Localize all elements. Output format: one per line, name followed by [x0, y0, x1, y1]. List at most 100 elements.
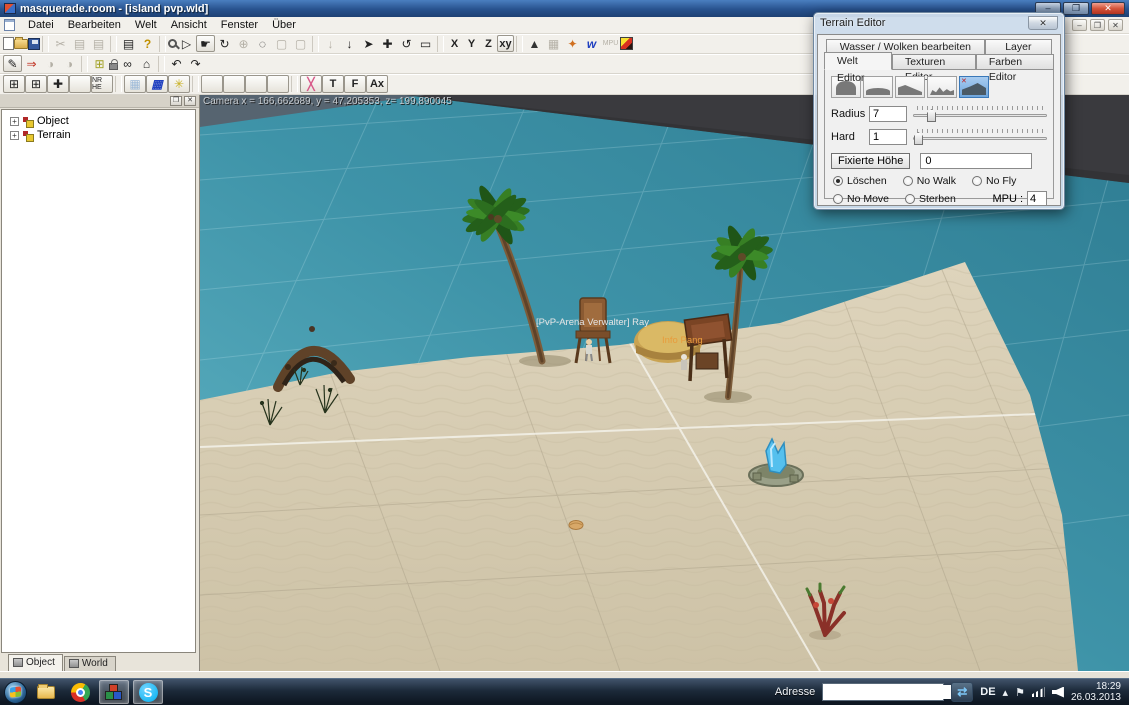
zoom-extents-icon[interactable]: ⊕: [234, 35, 253, 52]
grid-blue-button[interactable]: ▦: [146, 75, 168, 93]
mdi-close-button[interactable]: ✕: [1108, 19, 1123, 31]
terrain-green-button[interactable]: [201, 75, 223, 93]
import-route-icon[interactable]: ⇒: [22, 55, 41, 72]
tab-object[interactable]: Object: [8, 654, 63, 671]
delete-texture-button[interactable]: ╳: [300, 75, 322, 93]
palette-icon[interactable]: ✦: [563, 35, 582, 52]
radio-no-move[interactable]: No Move: [833, 193, 889, 205]
grid-light-button[interactable]: ▦: [124, 75, 146, 93]
menu-ueber[interactable]: Über: [265, 18, 303, 32]
step-back-icon[interactable]: ◑: [41, 55, 60, 72]
radius-slider-thumb[interactable]: [927, 109, 936, 122]
radius-input[interactable]: [869, 106, 907, 122]
terrain-light-button[interactable]: [267, 75, 289, 93]
step-forward-icon[interactable]: ◑: [60, 55, 79, 72]
save-icon[interactable]: [28, 38, 40, 50]
mpu-toggle[interactable]: MPU: [601, 35, 620, 52]
home-icon[interactable]: ⌂: [137, 55, 156, 72]
tree-node-terrain[interactable]: + Terrain: [4, 128, 193, 142]
axis-z-button[interactable]: Z: [480, 35, 497, 52]
window-cascade-icon[interactable]: ▢: [272, 35, 291, 52]
redo-icon[interactable]: ↷: [186, 55, 205, 72]
language-indicator[interactable]: DE: [980, 686, 995, 698]
undo-icon[interactable]: ↶: [167, 55, 186, 72]
terrain-colors-button[interactable]: [223, 75, 245, 93]
radio-sterben[interactable]: Sterben: [905, 193, 956, 205]
panel-close-button[interactable]: ✕: [184, 96, 196, 106]
pick-object-icon[interactable]: ➤: [359, 35, 378, 52]
print-icon[interactable]: ▤: [119, 35, 138, 52]
mountain-icon[interactable]: ▲: [525, 35, 544, 52]
network-signal-icon[interactable]: [1032, 687, 1045, 697]
taskbar-editor-button[interactable]: [99, 680, 129, 704]
taskbar-skype-button[interactable]: S: [133, 680, 163, 704]
paste-icon[interactable]: ▤: [89, 35, 108, 52]
expand-icon[interactable]: +: [10, 117, 19, 126]
menu-datei[interactable]: Datei: [21, 18, 61, 32]
axis-x-button[interactable]: X: [446, 35, 463, 52]
tab-farben-editor[interactable]: Farben Editor: [976, 54, 1054, 70]
scale-icon[interactable]: ▭: [416, 35, 435, 52]
address-go-button[interactable]: ⇄: [951, 682, 973, 702]
edit-mode-icon[interactable]: ✎: [3, 55, 22, 72]
cut-icon[interactable]: ✂: [51, 35, 70, 52]
new-file-icon[interactable]: [3, 37, 14, 50]
help-icon[interactable]: ?: [138, 35, 157, 52]
drop-object-gray-icon[interactable]: ↓: [321, 35, 340, 52]
drop-object-icon[interactable]: ↓: [340, 35, 359, 52]
menu-welt[interactable]: Welt: [128, 18, 164, 32]
hard-slider-thumb[interactable]: [914, 132, 923, 145]
orbit-icon[interactable]: ↻: [215, 35, 234, 52]
document-icon[interactable]: [4, 19, 15, 31]
start-button[interactable]: [4, 681, 27, 704]
zoom-icon[interactable]: [168, 39, 177, 48]
action-center-flag-icon[interactable]: ⚑: [1015, 686, 1025, 699]
move-icon[interactable]: ✚: [378, 35, 397, 52]
volume-icon[interactable]: [1052, 687, 1064, 698]
hard-slider[interactable]: [913, 128, 1047, 146]
lasso-icon[interactable]: ◌: [253, 35, 272, 52]
brush-slope-button[interactable]: [895, 76, 925, 98]
menu-fenster[interactable]: Fenster: [214, 18, 265, 32]
text-t-button[interactable]: T: [322, 75, 344, 93]
taskbar-explorer-button[interactable]: [31, 680, 61, 704]
menu-ansicht[interactable]: Ansicht: [164, 18, 214, 32]
mpu-input[interactable]: [1027, 191, 1047, 206]
radio-loeschen[interactable]: Löschen: [833, 175, 887, 187]
open-folder-icon[interactable]: [14, 39, 28, 49]
blank-button[interactable]: [69, 75, 91, 93]
axis-y-button[interactable]: Y: [463, 35, 480, 52]
nr-he-button[interactable]: NR HE: [91, 75, 113, 93]
radio-no-fly[interactable]: No Fly: [972, 175, 1016, 187]
fixed-height-input[interactable]: [920, 153, 1032, 169]
grid-toggle-icon[interactable]: ⊞: [90, 55, 109, 72]
fixed-height-button[interactable]: Fixierte Höhe: [831, 153, 910, 169]
hard-input[interactable]: [869, 129, 907, 145]
tree-node-object[interactable]: + Object: [4, 114, 193, 128]
layout-grid2-button[interactable]: ⊞: [25, 75, 47, 93]
expand-icon[interactable]: +: [10, 131, 19, 140]
tab-layer[interactable]: Layer: [985, 39, 1052, 54]
snow-button[interactable]: ✳: [168, 75, 190, 93]
mdi-minimize-button[interactable]: –: [1072, 19, 1087, 31]
address-input[interactable]: [823, 685, 961, 699]
text-f-button[interactable]: F: [344, 75, 366, 93]
tab-world[interactable]: World: [64, 656, 116, 671]
panel-restore-button[interactable]: ❐: [170, 96, 182, 106]
taskbar-chrome-button[interactable]: [65, 680, 95, 704]
brush-mound-button[interactable]: [863, 76, 893, 98]
dialog-titlebar[interactable]: Terrain Editor ✕: [814, 13, 1064, 33]
terrain-water-button[interactable]: [245, 75, 267, 93]
close-button[interactable]: ✕: [1091, 2, 1125, 15]
text-ax-button[interactable]: Ax: [366, 75, 388, 93]
layout-grid-button[interactable]: ⊞: [3, 75, 25, 93]
terrain-mesh-icon[interactable]: ▦: [544, 35, 563, 52]
menu-bearbeiten[interactable]: Bearbeiten: [61, 18, 128, 32]
brush-cliff-button[interactable]: [959, 76, 989, 98]
window-tile-icon[interactable]: ▢: [291, 35, 310, 52]
pan-hand-icon[interactable]: ☛: [196, 35, 215, 52]
copy-icon[interactable]: ▤: [70, 35, 89, 52]
taskbar-clock[interactable]: 18:29 26.03.2013: [1071, 681, 1125, 703]
rotate-icon[interactable]: ↺: [397, 35, 416, 52]
select-arrow-icon[interactable]: ▷: [177, 35, 196, 52]
